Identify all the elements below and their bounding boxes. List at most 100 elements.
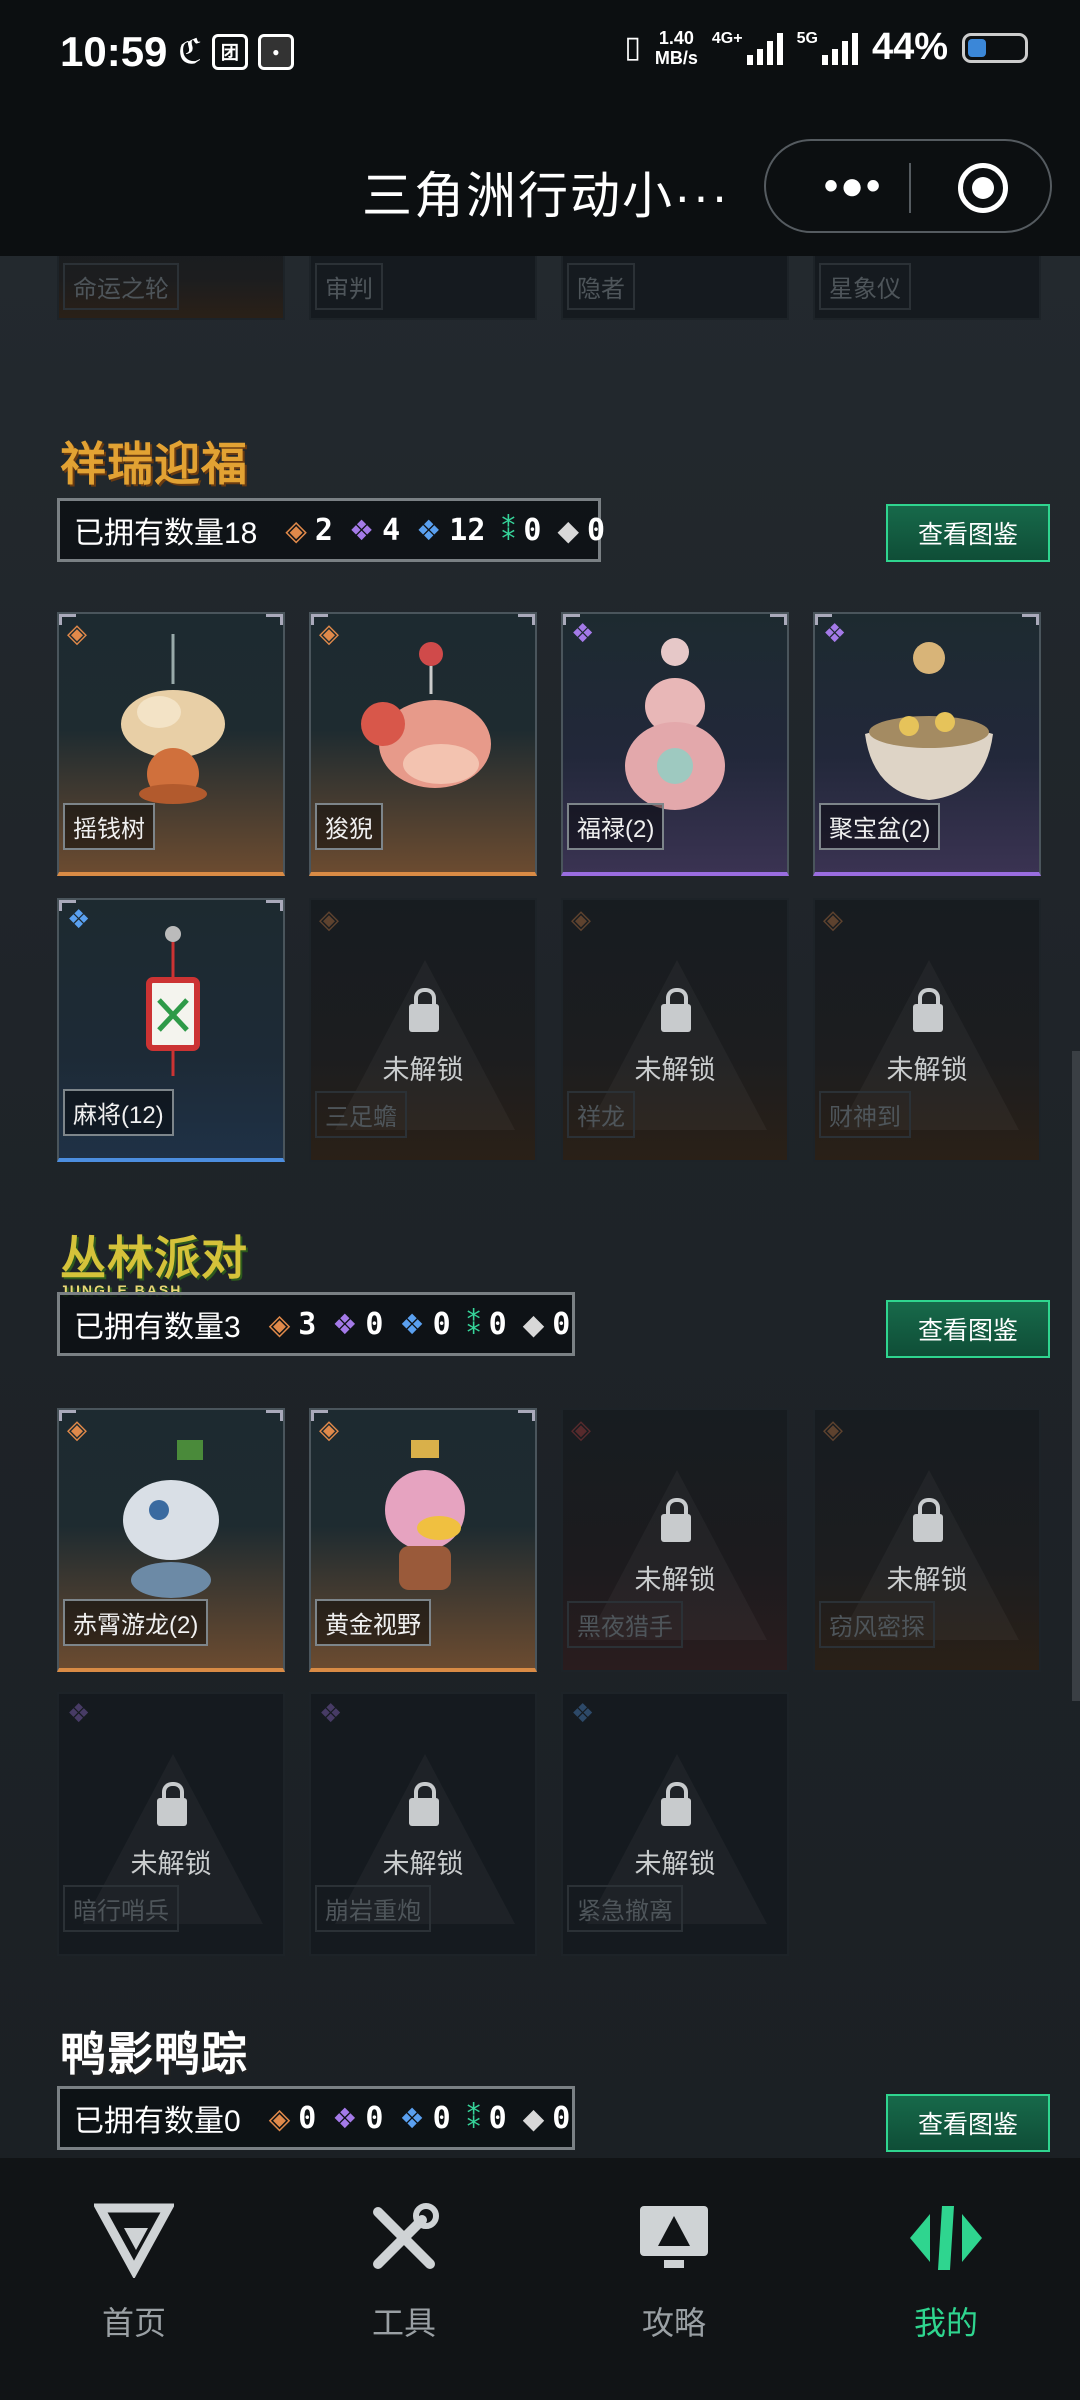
item-name: 麻将(12) [63,1089,174,1136]
nav-label: 工具 [371,2305,436,2341]
treasure-bowl-charm-icon [865,642,993,800]
view-collection-button[interactable]: 查看图鉴 [886,2094,1050,2152]
nav-label: 我的 [913,2305,978,2341]
orange-rarity-icon: ◈ [285,514,307,546]
collectible-card[interactable]: 未解锁 命运之轮 [57,256,285,320]
top-bar: 10:59 ℭ 团 ● ▯ 1.40 MB/s 4G+ 5G 44% 三角洲行动… [0,0,1080,256]
green-count: 0 [488,1306,507,1342]
signal-bars-icon-2 [821,31,858,65]
app-notification-icon: 团 [211,34,248,70]
orange-count: 2 [314,512,333,548]
collectible-card[interactable]: ◈ 黄金视野 [309,1408,537,1672]
scrollbar[interactable] [1072,1051,1080,1701]
nav-home[interactable]: 首页 [34,2198,234,2344]
bottom-navigation: 首页 工具 攻略 我的 [0,2158,1080,2400]
item-name: 摇钱树 [63,803,155,850]
item-name: 紧急撤离 [567,1885,683,1932]
nav-profile[interactable]: 我的 [846,2198,1046,2344]
item-name: 三足蟾 [315,1091,407,1138]
collectible-card[interactable]: ❖ 未解锁 紧急撤离 [561,1692,789,1956]
owned-count-bar: 已拥有数量0 ◈ 0 ❖ 0 ❖ 0 ⁑ 0 ◆ 0 [57,2086,575,2150]
status-notification-icons: ℭ 团 ● [178,34,294,70]
view-collection-button[interactable]: 查看图鉴 [886,1300,1050,1358]
signal-4g: 4G+ [712,30,783,65]
collectible-card[interactable]: ◈ 未解锁 财神到 [813,898,1041,1162]
app-notification-icon-2: ● [257,34,294,70]
green-rarity-icon: ⁑ [501,514,516,546]
purple-rarity-icon: ❖ [332,1308,358,1340]
locked-label: 未解锁 [382,1849,464,1879]
hd-call-icon: ℭ [178,33,202,71]
collectible-card[interactable]: ❖ 福禄(2) [561,612,789,876]
status-bar: 10:59 ℭ 团 ● ▯ 1.40 MB/s 4G+ 5G 44% [0,0,1080,112]
purple-rarity-icon: ❖ [332,2102,358,2134]
locked-label: 未解锁 [130,1849,212,1879]
locked-label: 未解锁 [815,256,1039,259]
orange-rarity-icon: ◈ [571,904,591,934]
white-rarity-icon: ◆ [522,2102,545,2134]
collectible-card[interactable]: ◈ 未解锁 三足蟾 [309,898,537,1162]
purple-count: 0 [365,1306,384,1342]
status-time: 10:59 [60,28,168,75]
owned-count-bar: 已拥有数量3 ◈ 3 ❖ 0 ❖ 0 ⁑ 0 ◆ 0 [57,1292,575,1356]
collectible-card[interactable]: ❖ 聚宝盆(2) [813,612,1041,876]
signal-5g-label: 5G [796,29,818,47]
collection-content[interactable]: 未解锁 命运之轮 未解锁 审判 未解锁 隐者 未解锁 星象仪 祥瑞迎福 已拥有数… [0,256,1080,2158]
item-name: 狻猊 [315,803,383,850]
owned-count-label: 已拥有数量3 [74,1311,241,1344]
collectible-card[interactable]: ◈ 未解锁 窃风密探 [813,1408,1041,1672]
network-speed-value: 1.40 [658,27,694,48]
item-name: 黑夜猎手 [567,1601,683,1648]
locked-label: 未解锁 [382,1055,464,1085]
collectible-card[interactable]: ❖ 未解锁 崩岩重炮 [309,1692,537,1956]
blue-count: 0 [432,2100,451,2136]
item-name: 崩岩重炮 [315,1885,431,1932]
collectible-card[interactable]: ◈ 狻猊 [309,612,537,876]
green-count: 0 [488,2100,507,2136]
money-tree-charm-icon [121,634,225,804]
white-rarity-icon: ◆ [557,514,579,546]
home-logo-icon [92,2198,176,2280]
nav-label: 攻略 [641,2305,706,2341]
collectible-card[interactable]: ❖ 麻将(12) [57,898,285,1162]
locked-label: 未解锁 [634,1849,716,1879]
locked-label: 未解锁 [886,1055,968,1085]
item-name: 审判 [315,263,383,310]
collectible-card[interactable]: 未解锁 星象仪 [813,256,1041,320]
blue-rarity-icon: ❖ [571,1698,595,1728]
item-name: 命运之轮 [63,263,179,310]
collectible-card[interactable]: ◈ 摇钱树 [57,612,285,876]
collectible-card[interactable]: ❖ 未解锁 暗行哨兵 [57,1692,285,1956]
lock-icon [409,988,439,1032]
collectible-card[interactable]: 未解锁 隐者 [561,256,789,320]
nav-tools[interactable]: 工具 [304,2198,504,2344]
orange-rarity-icon: ◈ [268,2102,291,2134]
page-title: 三角洲行动小··· [362,168,730,224]
collectible-card[interactable]: ◈ 未解锁 黑夜猎手 [561,1408,789,1672]
item-name: 暗行哨兵 [63,1885,179,1932]
battery-icon [962,32,1028,63]
vibrate-icon: ▯ [624,31,641,64]
capsule-divider [909,163,911,213]
suanni-charm-icon [361,642,491,788]
mahjong-charm-icon [146,926,200,1076]
close-miniprogram-icon[interactable] [958,163,1008,213]
item-name: 星象仪 [819,263,911,310]
collectible-card[interactable]: ◈ 未解锁 祥龙 [561,898,789,1162]
lock-icon [913,988,943,1032]
blue-rarity-icon: ❖ [399,2102,425,2134]
series-logo: 祥瑞迎福 [60,438,248,490]
nav-guide[interactable]: 攻略 [574,2198,774,2344]
golden-vision-charm-icon [385,1440,465,1590]
more-icon[interactable]: •●• [824,166,882,206]
collectible-card[interactable]: 未解锁 审判 [309,256,537,320]
blue-count: 12 [449,512,486,548]
purple-rarity-icon: ❖ [348,514,375,546]
tools-icon [364,2198,444,2278]
view-collection-button[interactable]: 查看图鉴 [886,504,1050,562]
collectible-card[interactable]: ◈ 赤霄游龙(2) [57,1408,285,1672]
lock-icon [913,1498,943,1542]
purple-count: 0 [365,2100,384,2136]
series-logo: 丛林派对 JUNGLE BASH [60,1222,248,1298]
red-rarity-icon: ◈ [571,1414,591,1444]
